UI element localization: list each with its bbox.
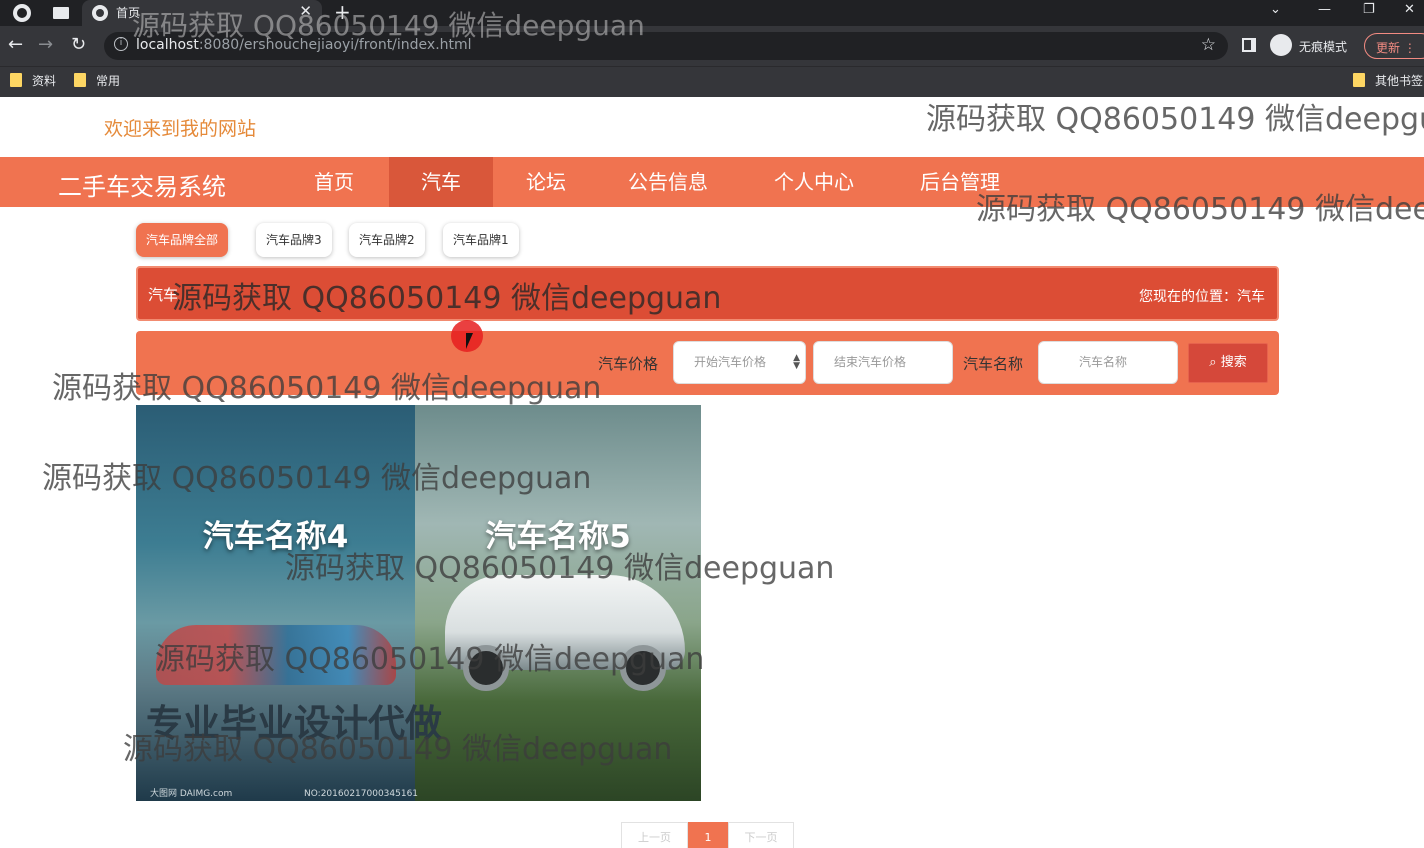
browser-tab-strip: 首页 ✕ + ⌄ — ❐ ✕ <box>0 0 1424 26</box>
tab-title: 首页 <box>116 6 141 20</box>
section-header: 汽车 您现在的位置：汽车 <box>136 266 1279 321</box>
incognito-icon[interactable] <box>1270 34 1292 56</box>
breadcrumb: 您现在的位置：汽车 <box>1139 289 1265 305</box>
prev-page-button[interactable]: 上一页 <box>621 822 688 848</box>
search-icon: ⌕ <box>1209 355 1217 370</box>
image-number: NO:20160217000345161 <box>304 789 419 799</box>
end-price-input[interactable]: 结束汽车价格 <box>813 341 953 384</box>
nav-cars[interactable]: 汽车 <box>389 157 493 207</box>
car-wheel <box>463 645 509 691</box>
bookmarks-bar: 资料 常用 其他书签 <box>0 66 1424 97</box>
nav-admin[interactable]: 后台管理 <box>902 157 1018 207</box>
mouse-cursor-icon <box>466 333 480 349</box>
product-name: 汽车名称5 <box>485 519 631 555</box>
brand-tab-1[interactable]: 汽车品牌1 <box>443 223 519 257</box>
section-title: 汽车 <box>148 286 179 304</box>
product-list: 汽车名称4 大图网 DAIMG.com 汽车名称5 专业毕业设计代做 NO:20… <box>136 405 701 801</box>
restore-icon[interactable]: ❐ <box>1363 2 1375 17</box>
browser-toolbar: ← → ↻ i localhost:8080/ershouchejiaoyi/f… <box>0 26 1424 66</box>
new-tab-icon[interactable]: + <box>334 0 351 24</box>
search-bar: 汽车价格 开始汽车价格 ▲ ▼ 结束汽车价格 汽车名称 汽车名称 ⌕ 搜索 <box>136 331 1279 395</box>
site-info-icon[interactable]: i <box>114 37 128 51</box>
close-tab-icon[interactable]: ✕ <box>299 2 312 20</box>
price-label: 汽车价格 <box>598 355 659 373</box>
bookmark-folder-changyong[interactable]: 常用 <box>74 72 120 89</box>
reload-icon[interactable]: ↻ <box>71 34 86 55</box>
site-brand[interactable]: 二手车交易系统 <box>58 167 226 202</box>
promo-overlay: 专业毕业设计代做 <box>146 702 442 745</box>
globe-icon <box>92 5 108 21</box>
minimize-icon[interactable]: — <box>1318 2 1331 17</box>
brand-tab-2[interactable]: 汽车品牌2 <box>349 223 425 257</box>
welcome-text: 欢迎来到我的网站 <box>104 118 257 140</box>
web-page: 欢迎来到我的网站 二手车交易系统 首页 汽车 论坛 公告信息 个人中心 后台管理… <box>0 97 1424 848</box>
nav-home[interactable]: 首页 <box>284 157 384 207</box>
name-label: 汽车名称 <box>963 355 1024 373</box>
incognito-label: 无痕模式 <box>1299 40 1348 54</box>
update-button[interactable]: 更新 ⋮ <box>1364 33 1424 59</box>
browser-tab-active[interactable]: 首页 ✕ <box>82 0 322 26</box>
side-panel-icon[interactable] <box>1242 38 1256 52</box>
product-name: 汽车名称4 <box>202 519 349 555</box>
nav-forum[interactable]: 论坛 <box>496 157 596 207</box>
car-name-input[interactable]: 汽车名称 <box>1038 341 1178 384</box>
brand-tab-3[interactable]: 汽车品牌3 <box>256 223 332 257</box>
start-price-input[interactable]: 开始汽车价格 ▲ ▼ <box>673 341 806 384</box>
folder-icon <box>1353 73 1365 87</box>
forward-arrow-icon[interactable]: → <box>38 34 53 55</box>
folder-icon <box>74 73 86 87</box>
chevron-down-icon[interactable]: ⌄ <box>1270 2 1281 17</box>
address-bar[interactable]: i localhost:8080/ershouchejiaoyi/front/i… <box>104 32 1228 60</box>
car-wheel <box>620 645 666 691</box>
other-bookmarks[interactable]: 其他书签 <box>1353 72 1423 89</box>
close-window-icon[interactable]: ✕ <box>1404 2 1415 17</box>
back-arrow-icon[interactable]: ← <box>8 34 23 55</box>
bookmark-folder-ziliao[interactable]: 资料 <box>10 72 56 89</box>
url-text: localhost:8080/ershouchejiaoyi/front/ind… <box>136 37 472 53</box>
next-page-button[interactable]: 下一页 <box>728 822 794 848</box>
folder-icon <box>10 73 22 87</box>
product-card[interactable]: 汽车名称5 <box>415 405 701 801</box>
number-spinner-icon[interactable]: ▲ ▼ <box>793 354 800 371</box>
nav-announcements[interactable]: 公告信息 <box>612 157 724 207</box>
browser-menu-globe-icon[interactable] <box>13 4 31 22</box>
image-source: 大图网 DAIMG.com <box>150 789 233 799</box>
tab-search-icon[interactable] <box>53 7 69 19</box>
nav-personal-center[interactable]: 个人中心 <box>756 157 872 207</box>
page-1-button[interactable]: 1 <box>688 822 728 848</box>
main-navbar: 二手车交易系统 首页 汽车 论坛 公告信息 个人中心 后台管理 <box>0 157 1424 207</box>
brand-tab-all[interactable]: 汽车品牌全部 <box>136 223 229 257</box>
bookmark-star-icon[interactable]: ☆ <box>1201 35 1216 55</box>
search-button[interactable]: ⌕ 搜索 <box>1188 343 1268 383</box>
cars-image <box>156 625 396 685</box>
